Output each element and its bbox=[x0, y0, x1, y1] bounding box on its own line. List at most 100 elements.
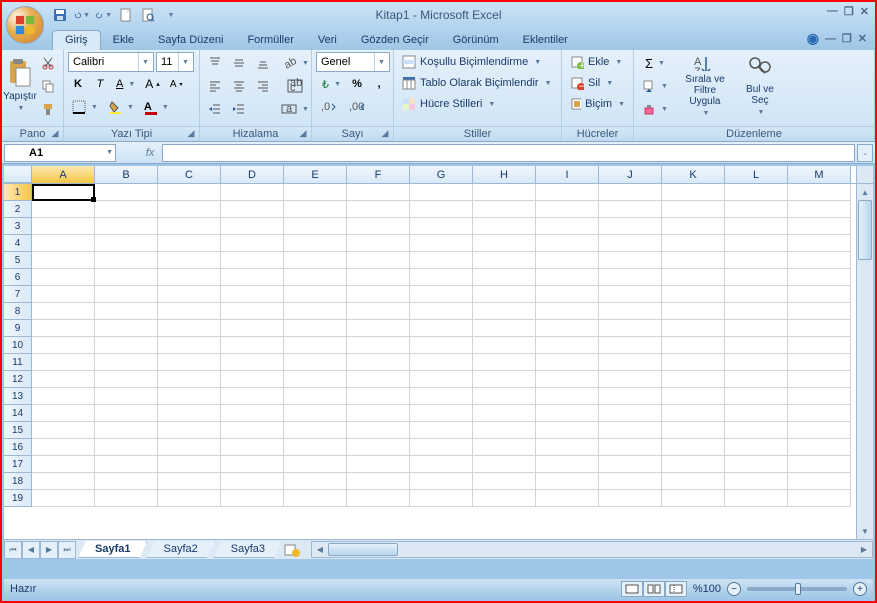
expand-formula-bar-icon[interactable]: ⌄ bbox=[857, 144, 873, 162]
cell[interactable] bbox=[284, 422, 347, 439]
column-header-J[interactable]: J bbox=[599, 166, 662, 183]
horizontal-scrollbar[interactable]: ◀ ▶ bbox=[311, 541, 873, 558]
cell[interactable] bbox=[158, 439, 221, 456]
column-header-E[interactable]: E bbox=[284, 166, 347, 183]
sheet-tab-sayfa3[interactable]: Sayfa3 bbox=[214, 541, 282, 558]
cell[interactable] bbox=[662, 473, 725, 490]
cell[interactable] bbox=[347, 490, 410, 507]
cell[interactable] bbox=[725, 218, 788, 235]
cell[interactable] bbox=[410, 405, 473, 422]
cell[interactable] bbox=[725, 252, 788, 269]
cell[interactable] bbox=[158, 303, 221, 320]
number-dialog-icon[interactable]: ◢ bbox=[379, 128, 391, 140]
cell[interactable] bbox=[536, 303, 599, 320]
row-header-6[interactable]: 6 bbox=[4, 269, 32, 286]
cell[interactable] bbox=[473, 303, 536, 320]
cell[interactable] bbox=[410, 439, 473, 456]
cell[interactable] bbox=[347, 286, 410, 303]
cell[interactable] bbox=[95, 320, 158, 337]
sheet-tab-sayfa2[interactable]: Sayfa2 bbox=[146, 541, 214, 558]
cell[interactable] bbox=[410, 320, 473, 337]
cell[interactable] bbox=[284, 439, 347, 456]
cell[interactable] bbox=[599, 286, 662, 303]
tab-addins[interactable]: Eklentiler bbox=[511, 31, 580, 50]
column-header-K[interactable]: K bbox=[662, 166, 725, 183]
cell[interactable] bbox=[95, 269, 158, 286]
format-painter-icon[interactable] bbox=[37, 98, 59, 120]
insert-function-icon[interactable]: fx bbox=[140, 144, 160, 162]
cell[interactable] bbox=[410, 218, 473, 235]
cell[interactable] bbox=[536, 354, 599, 371]
cell[interactable] bbox=[410, 184, 473, 201]
cell[interactable] bbox=[473, 201, 536, 218]
cell[interactable] bbox=[788, 456, 851, 473]
cell[interactable] bbox=[725, 371, 788, 388]
cell[interactable] bbox=[158, 320, 221, 337]
cell[interactable] bbox=[32, 252, 95, 269]
cell[interactable] bbox=[725, 320, 788, 337]
cell[interactable] bbox=[662, 269, 725, 286]
cell[interactable] bbox=[725, 201, 788, 218]
clipboard-dialog-icon[interactable]: ◢ bbox=[49, 128, 61, 140]
cell[interactable] bbox=[32, 218, 95, 235]
cell[interactable] bbox=[347, 218, 410, 235]
cell[interactable] bbox=[32, 303, 95, 320]
page-break-view-icon[interactable] bbox=[665, 581, 687, 597]
cell[interactable] bbox=[725, 337, 788, 354]
cell[interactable] bbox=[599, 201, 662, 218]
cell[interactable] bbox=[410, 252, 473, 269]
cell[interactable] bbox=[347, 388, 410, 405]
cell[interactable] bbox=[725, 184, 788, 201]
font-dialog-icon[interactable]: ◢ bbox=[185, 128, 197, 140]
cell[interactable] bbox=[599, 337, 662, 354]
cell[interactable] bbox=[158, 252, 221, 269]
cell[interactable] bbox=[95, 473, 158, 490]
cell[interactable] bbox=[221, 490, 284, 507]
align-right-icon[interactable] bbox=[252, 75, 274, 97]
cell[interactable] bbox=[599, 473, 662, 490]
cell[interactable] bbox=[284, 354, 347, 371]
cell[interactable] bbox=[32, 235, 95, 252]
cell[interactable] bbox=[473, 456, 536, 473]
cell[interactable] bbox=[95, 184, 158, 201]
cell[interactable] bbox=[662, 320, 725, 337]
cell[interactable] bbox=[788, 269, 851, 286]
cell[interactable] bbox=[725, 388, 788, 405]
paste-button[interactable]: Yapıştır▼ bbox=[6, 52, 34, 118]
cell[interactable] bbox=[788, 422, 851, 439]
cell[interactable] bbox=[158, 337, 221, 354]
zoom-slider[interactable] bbox=[747, 587, 847, 591]
cell[interactable] bbox=[662, 337, 725, 354]
scroll-right-icon[interactable]: ▶ bbox=[856, 542, 872, 557]
row-header-16[interactable]: 16 bbox=[4, 439, 32, 456]
format-cells-button[interactable]: Biçim▼ bbox=[566, 94, 629, 114]
doc-close-button[interactable]: ✕ bbox=[858, 32, 867, 45]
row-header-5[interactable]: 5 bbox=[4, 252, 32, 269]
cell[interactable] bbox=[410, 337, 473, 354]
cell[interactable] bbox=[347, 473, 410, 490]
column-header-M[interactable]: M bbox=[788, 166, 851, 183]
column-header-A[interactable]: A bbox=[32, 166, 95, 183]
cell[interactable] bbox=[284, 337, 347, 354]
cell[interactable] bbox=[662, 439, 725, 456]
tab-review[interactable]: Gözden Geçir bbox=[349, 31, 441, 50]
column-header-G[interactable]: G bbox=[410, 166, 473, 183]
cell[interactable] bbox=[32, 201, 95, 218]
cell[interactable] bbox=[347, 303, 410, 320]
cell[interactable] bbox=[473, 490, 536, 507]
cell[interactable] bbox=[662, 218, 725, 235]
cell[interactable] bbox=[536, 490, 599, 507]
cell[interactable] bbox=[599, 252, 662, 269]
merge-center-icon[interactable]: a▼ bbox=[277, 98, 313, 120]
cell[interactable] bbox=[95, 422, 158, 439]
name-box[interactable]: A1▼ bbox=[4, 144, 116, 162]
comma-format-icon[interactable]: , bbox=[369, 73, 389, 95]
cell[interactable] bbox=[347, 184, 410, 201]
scroll-up-icon[interactable]: ▲ bbox=[857, 184, 873, 200]
cell[interactable] bbox=[221, 473, 284, 490]
cell[interactable] bbox=[536, 371, 599, 388]
fill-icon[interactable]: ▼ bbox=[638, 75, 672, 97]
cell[interactable] bbox=[536, 201, 599, 218]
cell[interactable] bbox=[158, 473, 221, 490]
cell[interactable] bbox=[536, 235, 599, 252]
